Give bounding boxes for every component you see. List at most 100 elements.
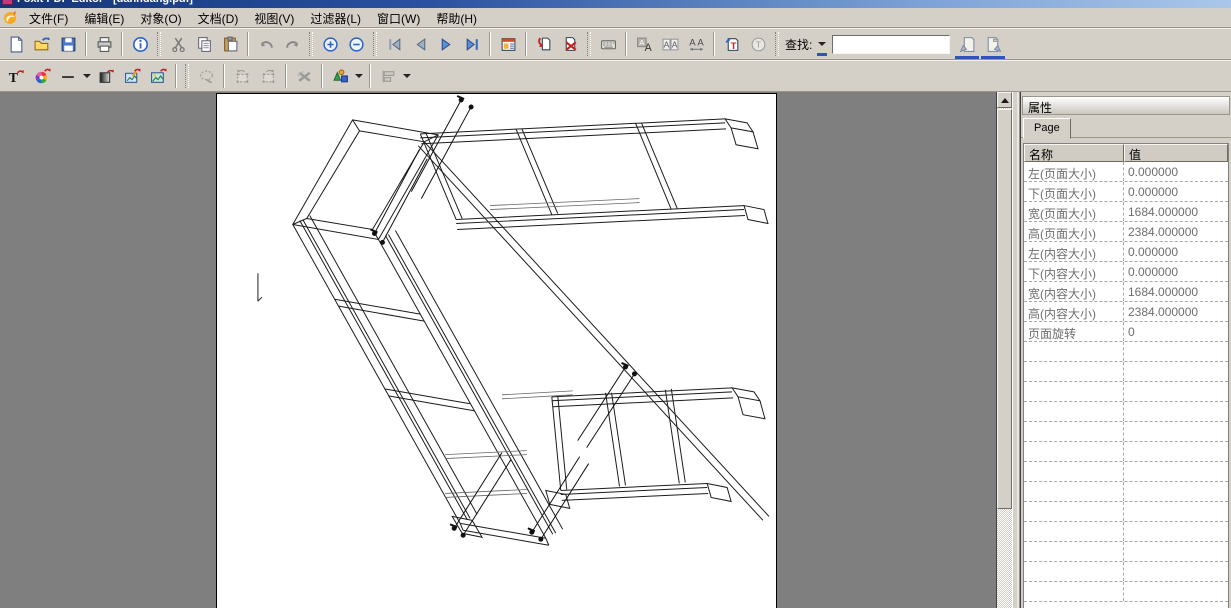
toolbar-separator <box>247 32 249 56</box>
import-text-button[interactable]: T <box>719 31 745 57</box>
menu-view[interactable]: 视图(V) <box>246 8 302 29</box>
shading-tool-button[interactable] <box>93 63 119 89</box>
page-layout-button[interactable] <box>495 31 521 57</box>
up-arrow-icon <box>1001 94 1009 103</box>
cut-icon <box>170 36 187 53</box>
delete-object-button[interactable] <box>291 63 317 89</box>
font-select-button[interactable]: A A <box>631 31 657 57</box>
delete-page-icon <box>562 36 579 53</box>
toolbar-separator <box>369 64 371 88</box>
lasso-icon <box>198 68 215 85</box>
scroll-up-button[interactable] <box>997 92 1012 108</box>
property-row[interactable]: 左(内容大小) 0.000000 <box>1024 242 1228 262</box>
align-tool-button[interactable] <box>375 63 401 89</box>
menu-edit[interactable]: 编辑(E) <box>76 8 132 29</box>
property-row[interactable]: 下(内容大小) 0.000000 <box>1024 262 1228 282</box>
scrollbar-thumb[interactable] <box>997 109 1012 509</box>
toolbar-drag-handle[interactable] <box>185 64 189 88</box>
property-row[interactable]: 页面旋转 0 <box>1024 322 1228 342</box>
tab-page[interactable]: Page <box>1023 118 1071 139</box>
info-button[interactable] <box>127 31 153 57</box>
previous-page-button[interactable] <box>407 31 433 57</box>
property-row[interactable]: 左(页面大小) 0.000000 <box>1024 162 1228 182</box>
svg-text:A: A <box>663 39 669 49</box>
shapes-tool-button[interactable] <box>327 63 353 89</box>
property-row[interactable]: 下(页面大小) 0.000000 <box>1024 182 1228 202</box>
line-tool-button[interactable] <box>55 63 81 89</box>
redo-button[interactable] <box>279 31 305 57</box>
char-spacing-button[interactable]: A A <box>683 31 709 57</box>
canvas-area[interactable] <box>0 92 996 608</box>
zoom-in-button[interactable] <box>317 31 343 57</box>
toolbar-separator <box>175 64 177 88</box>
cursor-mark <box>258 273 262 301</box>
last-page-button[interactable] <box>459 31 485 57</box>
toolbar-drag-handle[interactable] <box>309 32 313 56</box>
vertical-scrollbar[interactable] <box>996 92 1012 608</box>
image-tool-button[interactable] <box>145 63 171 89</box>
print-button[interactable] <box>91 31 117 57</box>
property-row[interactable]: 宽(页面大小) 1684.000000 <box>1024 202 1228 222</box>
align-tool-dropdown[interactable] <box>401 66 413 86</box>
document-window-icon[interactable] <box>2 10 18 26</box>
text-circle-button[interactable]: T <box>745 31 771 57</box>
property-row[interactable]: 高(页面大小) 2384.000000 <box>1024 222 1228 242</box>
line-icon <box>60 68 77 85</box>
rotate-right-object-button[interactable] <box>255 63 281 89</box>
first-page-button[interactable] <box>381 31 407 57</box>
panel-splitter[interactable] <box>1012 92 1020 608</box>
property-row-empty <box>1024 482 1228 502</box>
property-row[interactable]: 宽(内容大小) 1684.000000 <box>1024 282 1228 302</box>
svg-text:A: A <box>689 37 696 48</box>
keyboard-button[interactable] <box>595 31 621 57</box>
color-tool-button[interactable] <box>29 63 55 89</box>
toolbar-drag-handle[interactable] <box>587 32 591 56</box>
menu-object[interactable]: 对象(O) <box>132 8 189 29</box>
menu-window[interactable]: 窗口(W) <box>369 8 428 29</box>
cut-button[interactable] <box>165 31 191 57</box>
toolbar-drag-handle[interactable] <box>373 32 377 56</box>
delete-page-button[interactable] <box>557 31 583 57</box>
line-tool-dropdown[interactable] <box>81 66 93 86</box>
toolbar-drag-handle[interactable] <box>157 32 161 56</box>
zoom-out-button[interactable] <box>343 31 369 57</box>
menu-help[interactable]: 帮助(H) <box>428 8 485 29</box>
shapes-icon <box>332 68 349 85</box>
shapes-tool-dropdown[interactable] <box>353 66 365 86</box>
font-icon: A A <box>636 36 653 53</box>
property-row[interactable]: 高(内容大小) 2384.000000 <box>1024 302 1228 322</box>
save-button[interactable] <box>55 31 81 57</box>
copy-button[interactable] <box>191 31 217 57</box>
previous-page-icon <box>412 36 429 53</box>
insert-page-button[interactable] <box>531 31 557 57</box>
svg-text:A: A <box>671 39 677 49</box>
menu-filter[interactable]: 过滤器(L) <box>302 8 369 29</box>
open-button[interactable] <box>29 31 55 57</box>
svg-text:T: T <box>8 69 17 84</box>
zoom-in-icon <box>322 36 339 53</box>
svg-text:T: T <box>730 40 736 51</box>
find-options-dropdown[interactable] <box>816 34 828 54</box>
toolbar-drag-handle[interactable] <box>775 32 779 56</box>
rotate-left-object-button[interactable] <box>229 63 255 89</box>
find-next-button[interactable] <box>980 31 1006 57</box>
title-bar: Foxit PDF Editor - [danhuang.pdf] <box>0 0 1231 8</box>
find-label: 查找: <box>785 36 812 53</box>
paste-button[interactable] <box>217 31 243 57</box>
lasso-select-button[interactable] <box>193 63 219 89</box>
new-document-button[interactable] <box>3 31 29 57</box>
text-tool-button[interactable]: T <box>3 63 29 89</box>
image-edit-tool-button[interactable] <box>119 63 145 89</box>
menu-file[interactable]: 文件(F) <box>21 8 76 29</box>
kerning-button[interactable]: A A <box>657 31 683 57</box>
menu-document[interactable]: 文档(D) <box>190 8 247 29</box>
property-rows: 左(页面大小) 0.000000 下(页面大小) 0.000000 宽(页面大小… <box>1024 162 1228 602</box>
property-row-empty <box>1024 402 1228 422</box>
find-input[interactable] <box>832 35 950 54</box>
svg-text:A: A <box>697 37 704 48</box>
pdf-page[interactable] <box>216 93 777 608</box>
find-previous-button[interactable] <box>954 31 980 57</box>
properties-panel: 属性 Page 名称 值 左(页面大小) 0.000000 下(页面大小) 0.… <box>1020 92 1231 608</box>
undo-button[interactable] <box>253 31 279 57</box>
next-page-button[interactable] <box>433 31 459 57</box>
